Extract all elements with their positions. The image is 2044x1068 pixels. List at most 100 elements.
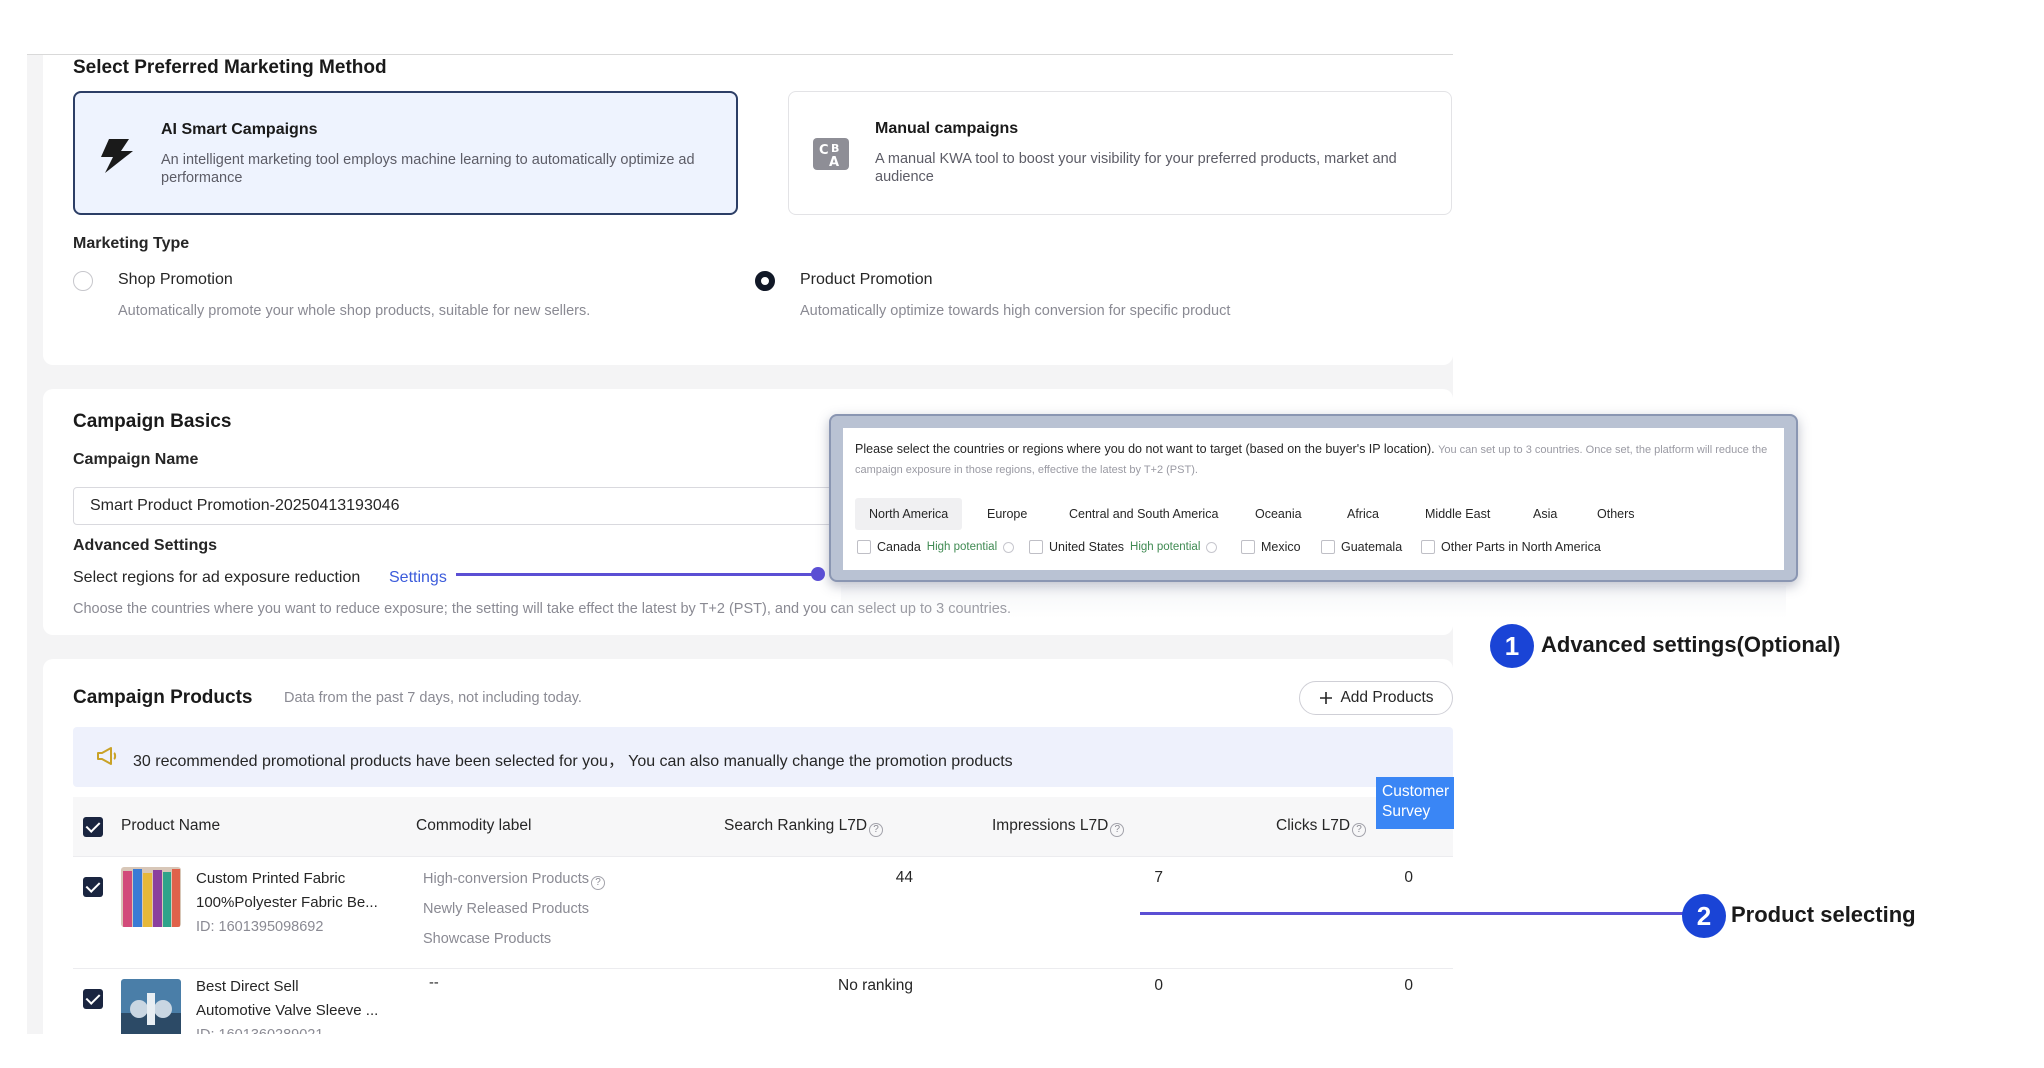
customer-survey-tab[interactable]: Customer Survey <box>1376 777 1454 829</box>
clicks-value: 0 <box>1404 869 1413 886</box>
ai-option-desc: An intelligent marketing tool employs ma… <box>161 152 695 186</box>
country-label: Canada <box>877 540 921 554</box>
table-row: Best Direct Sell Automotive Valve Sleeve… <box>73 969 1453 1034</box>
shop-promotion-desc: Automatically promote your whole shop pr… <box>118 303 591 319</box>
shop-promotion-label[interactable]: Shop Promotion <box>118 271 233 289</box>
country-checkbox[interactable] <box>1029 540 1043 554</box>
product-promotion-radio[interactable] <box>755 271 775 291</box>
add-products-label: Add Products <box>1340 689 1434 706</box>
product-promotion-label[interactable]: Product Promotion <box>800 271 933 289</box>
banner-text: 30 recommended promotional products have… <box>133 753 1013 770</box>
megaphone-icon <box>97 747 117 765</box>
impressions-value: 0 <box>1154 977 1163 994</box>
product-name-line1[interactable]: Custom Printed Fabric <box>196 867 396 891</box>
commodity-tag: Newly Released Products <box>423 901 590 917</box>
annotation-connector-2 <box>1140 912 1686 915</box>
help-icon[interactable] <box>1003 541 1015 553</box>
svg-text:A: A <box>829 155 839 170</box>
country-option-mexico[interactable]: Mexico <box>1241 540 1301 554</box>
col-search-ranking-label: Search Ranking L7D <box>724 817 868 834</box>
country-checkbox[interactable] <box>857 540 871 554</box>
campaign-name-input[interactable]: Smart Product Promotion-20250413193046 <box>73 487 843 525</box>
col-product-name: Product Name <box>121 817 221 834</box>
survey-line2: Survey <box>1382 803 1431 820</box>
col-search-ranking[interactable]: Search Ranking L7D? <box>724 817 884 837</box>
ai-smart-campaigns-option[interactable]: AI Smart Campaigns An intelligent market… <box>73 91 738 215</box>
search-ranking-value: 44 <box>895 869 913 886</box>
commodity-tag: -- <box>429 975 439 991</box>
region-tab-middle-east[interactable]: Middle East <box>1411 498 1504 530</box>
region-settings-popup: Please select the countries or regions w… <box>829 414 1798 582</box>
popup-title: Please select the countries or regions w… <box>855 440 1775 480</box>
survey-line1: Customer <box>1382 783 1450 800</box>
region-tab-central-south-america[interactable]: Central and South America <box>1055 498 1232 530</box>
product-name-line1[interactable]: Best Direct Sell <box>196 975 396 999</box>
country-checkbox[interactable] <box>1241 540 1255 554</box>
region-tab-others[interactable]: Others <box>1583 498 1649 530</box>
help-icon[interactable]: ? <box>1352 823 1367 837</box>
marketing-method-card: Select Preferred Marketing Method AI Sma… <box>43 55 1453 365</box>
col-impressions-label: Impressions L7D <box>992 817 1109 834</box>
add-products-button[interactable]: Add Products <box>1299 681 1453 715</box>
help-icon[interactable]: ? <box>591 876 606 890</box>
commodity-tag: High-conversion Products? <box>423 871 606 890</box>
manual-option-desc: A manual KWA tool to boost your visibili… <box>875 151 1397 185</box>
product-name-line2[interactable]: 100%Polyester Fabric Be... <box>196 891 396 915</box>
country-label: Other Parts in North America <box>1441 540 1601 554</box>
product-name-line2[interactable]: Automotive Valve Sleeve ... <box>196 999 396 1023</box>
help-icon[interactable]: ? <box>869 823 884 837</box>
keyword-abc-icon: C B A <box>813 138 849 170</box>
svg-text:B: B <box>831 142 839 155</box>
country-label: Mexico <box>1261 540 1301 554</box>
popup-reflection <box>841 586 1786 618</box>
screenshot-root: Select Preferred Marketing Method AI Sma… <box>0 0 2044 1068</box>
region-tab-asia[interactable]: Asia <box>1519 498 1571 530</box>
campaign-name-label: Campaign Name <box>73 451 199 468</box>
region-settings-panel: Please select the countries or regions w… <box>843 428 1784 570</box>
campaign-basics-title: Campaign Basics <box>73 411 232 432</box>
row-checkbox[interactable] <box>83 989 103 1009</box>
select-all-checkbox[interactable] <box>83 817 103 837</box>
country-option-other-north-america[interactable]: Other Parts in North America <box>1421 540 1601 554</box>
region-tab-africa[interactable]: Africa <box>1333 498 1393 530</box>
plus-icon <box>1320 692 1333 704</box>
ai-option-title: AI Smart Campaigns <box>161 121 318 138</box>
method-section-title: Select Preferred Marketing Method <box>73 57 387 78</box>
product-id: ID: 1601395098692 <box>196 919 324 935</box>
region-tab-europe[interactable]: Europe <box>973 498 1041 530</box>
manual-option-title: Manual campaigns <box>875 120 1019 137</box>
annotation-badge-1: 1 <box>1490 624 1534 668</box>
help-icon[interactable]: ? <box>1110 823 1125 837</box>
col-clicks-label: Clicks L7D <box>1276 817 1351 834</box>
help-icon[interactable] <box>1206 541 1218 553</box>
region-tab-north-america[interactable]: North America <box>855 498 963 530</box>
product-thumbnail-fabric <box>121 867 181 927</box>
country-checkbox[interactable] <box>1421 540 1435 554</box>
country-option-united-states[interactable]: United States High potential <box>1029 540 1218 554</box>
country-checkbox[interactable] <box>1321 540 1335 554</box>
product-thumbnail-valve <box>121 979 181 1034</box>
advanced-settings-label: Advanced Settings <box>73 537 218 554</box>
country-label: United States <box>1049 540 1125 554</box>
shop-promotion-radio[interactable] <box>73 271 93 291</box>
campaign-products-card: Campaign Products Data from the past 7 d… <box>43 659 1453 1034</box>
annotation-label-1: Advanced settings(Optional) <box>1541 632 1841 657</box>
col-clicks[interactable]: Clicks L7D? <box>1276 817 1367 837</box>
annotation-connector-1 <box>456 573 818 576</box>
commodity-tag: Showcase Products <box>423 931 552 947</box>
country-option-canada[interactable]: Canada High potential <box>857 540 1015 554</box>
products-subtitle: Data from the past 7 days, not including… <box>284 690 582 706</box>
popup-title-main: Please select the countries or regions w… <box>855 442 1435 456</box>
annotation-dot-1 <box>811 567 825 581</box>
lightning-icon <box>101 139 133 173</box>
country-option-guatemala[interactable]: Guatemala <box>1321 540 1402 554</box>
product-id: ID: 1601360289021 <box>196 1027 323 1034</box>
marketing-type-label: Marketing Type <box>73 235 190 252</box>
row-checkbox[interactable] <box>83 877 103 897</box>
region-tab-oceania[interactable]: Oceania <box>1241 498 1316 530</box>
products-table-header: Product Name Commodity label Search Rank… <box>73 797 1453 857</box>
settings-link[interactable]: Settings <box>389 569 447 587</box>
manual-campaigns-option[interactable]: C B A Manual campaigns A manual KWA tool… <box>788 91 1452 215</box>
regions-label: Select regions for ad exposure reduction <box>73 569 361 586</box>
col-impressions[interactable]: Impressions L7D? <box>992 817 1125 837</box>
